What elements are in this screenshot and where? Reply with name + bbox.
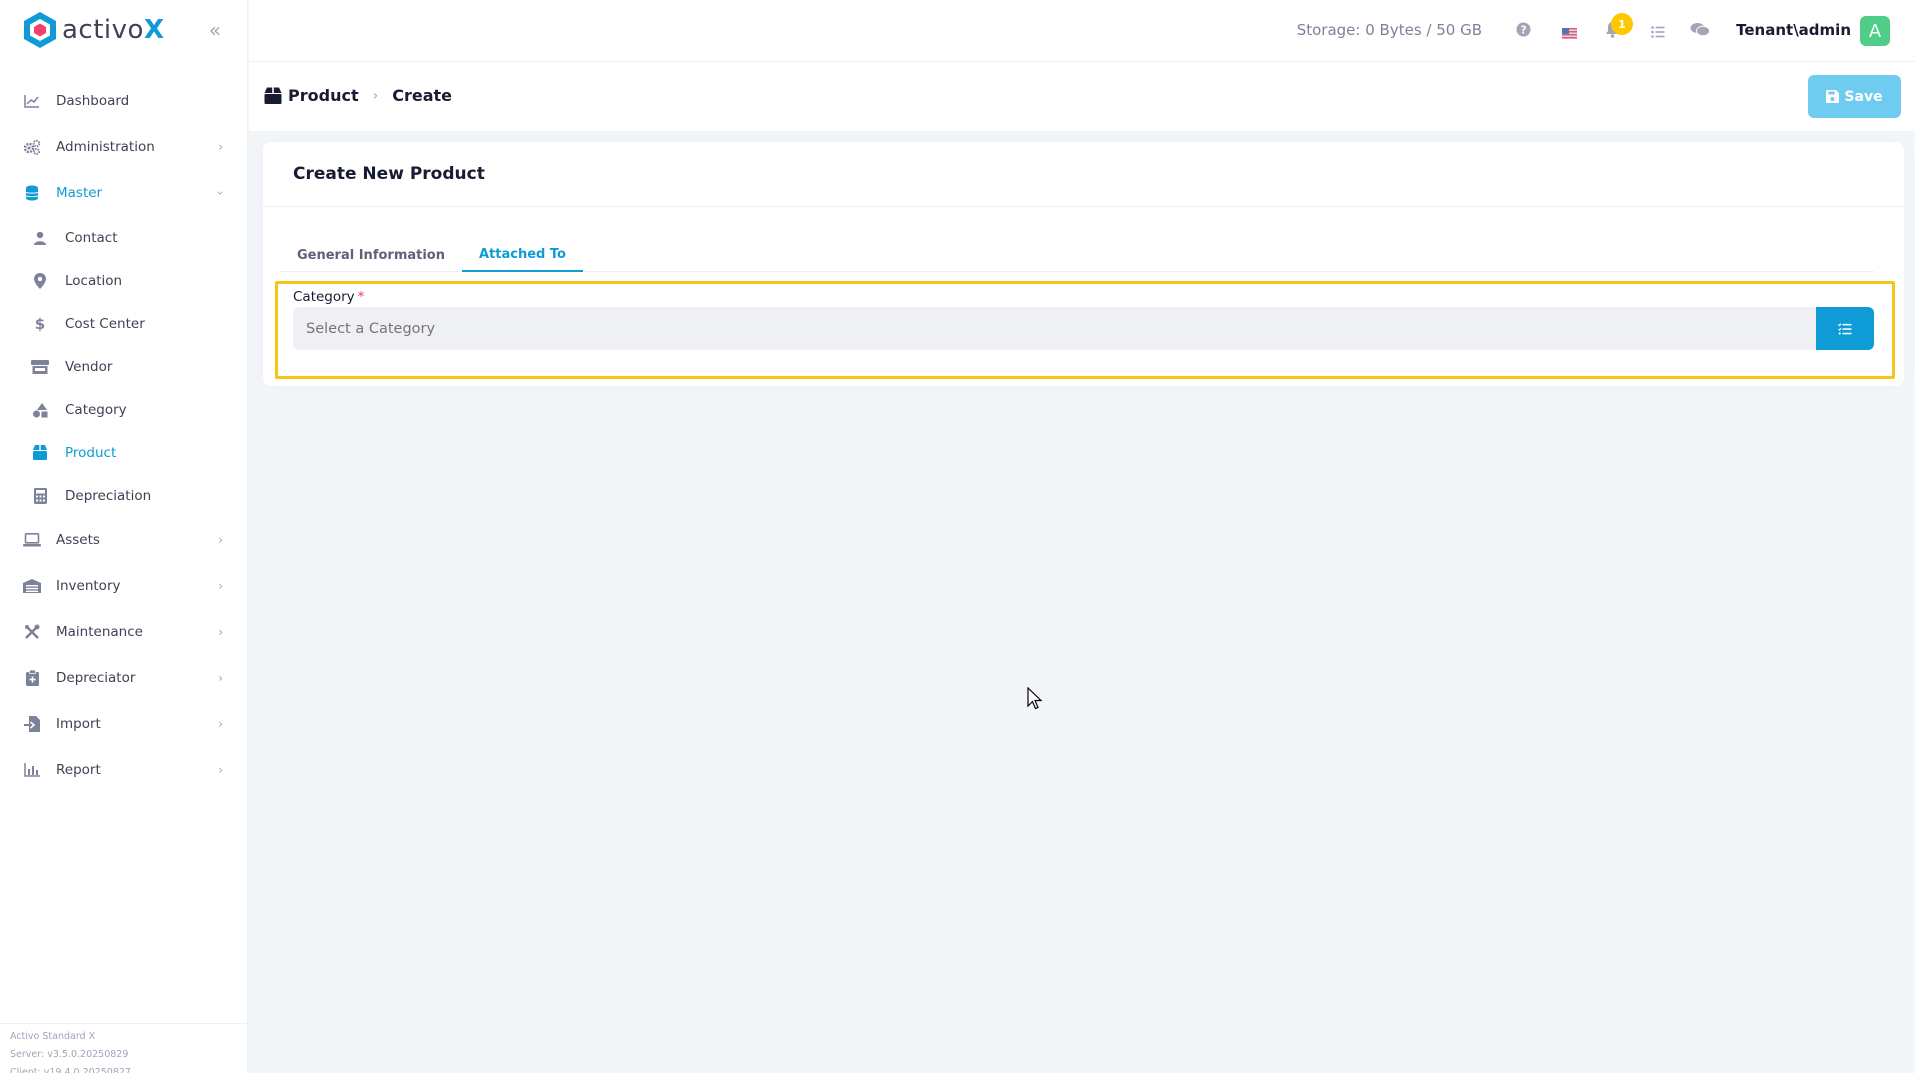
chevron-right-icon: › <box>218 625 223 639</box>
sidebar-item-label: Location <box>65 272 123 289</box>
user-name[interactable]: Tenant\admin <box>1736 21 1851 39</box>
create-product-card: Create New Product General Information A… <box>263 142 1904 386</box>
save-button[interactable]: Save <box>1808 75 1901 118</box>
chevron-down-icon: › <box>213 190 228 196</box>
sidebar-item-maintenance[interactable]: Maintenance › <box>0 609 247 655</box>
breadcrumb-create: Create <box>392 86 452 105</box>
map-pin-icon <box>31 272 49 290</box>
sidebar-item-label: Dashboard <box>56 93 130 109</box>
dollar-icon: $ <box>34 314 46 333</box>
sidebar-item-label: Depreciator <box>56 670 136 686</box>
save-button-label: Save <box>1844 88 1883 105</box>
sidebar-menu: Dashboard Administration › Master › Cont… <box>0 60 247 793</box>
chevron-right-icon: › <box>372 87 379 104</box>
chevron-right-icon: › <box>218 579 223 593</box>
list-icon <box>1838 322 1852 335</box>
page-title: Create New Product <box>293 164 485 184</box>
sidebar-item-location[interactable]: Location <box>0 259 247 302</box>
sidebar-item-cost-center[interactable]: $ Cost Center <box>0 302 247 345</box>
chart-line-icon <box>22 91 42 111</box>
floppy-disk-icon <box>1826 90 1840 103</box>
sidebar-item-label: Category <box>65 401 127 418</box>
calculator-icon <box>31 487 49 505</box>
mouse-cursor-icon <box>1027 687 1043 710</box>
notification-badge: 1 <box>1611 13 1633 35</box>
required-marker: * <box>357 289 365 305</box>
box-icon <box>31 444 49 462</box>
logo-icon <box>24 12 56 48</box>
sidebar-item-report[interactable]: Report › <box>0 747 247 793</box>
sidebar-item-label: Maintenance <box>56 624 143 640</box>
sidebar-item-import[interactable]: Import › <box>0 701 247 747</box>
collapse-sidebar-icon[interactable]: « <box>209 18 221 42</box>
breadcrumb-product[interactable]: Product <box>288 86 359 105</box>
sidebar-item-inventory[interactable]: Inventory › <box>0 563 247 609</box>
chevron-right-icon: › <box>218 717 223 731</box>
svg-text:?: ? <box>1521 24 1527 36</box>
shapes-icon <box>31 401 49 419</box>
category-list-button[interactable] <box>1816 307 1874 350</box>
top-header: Storage: 0 Bytes / 50 GB <box>249 0 1915 62</box>
avatar[interactable]: A <box>1860 16 1890 46</box>
sidebar-item-depreciation[interactable]: Depreciation <box>0 474 247 517</box>
category-label: Category * <box>293 289 365 305</box>
sidebar-item-label: Assets <box>56 532 100 548</box>
sidebar-item-label: Vendor <box>65 358 113 375</box>
sidebar-item-label: Import <box>56 716 101 732</box>
page-toolbar: Product › Create Save <box>249 62 1915 131</box>
user-icon <box>31 229 49 247</box>
sidebar-item-label: Master <box>56 185 103 201</box>
sidebar-item-category[interactable]: Category <box>0 388 247 431</box>
sidebar-item-dashboard[interactable]: Dashboard <box>0 78 247 124</box>
sidebar-item-administration[interactable]: Administration › <box>0 124 247 170</box>
version-info: Activo Standard X Server: v3.5.0.2025082… <box>0 1023 247 1073</box>
us-flag-icon[interactable] <box>1562 24 1577 43</box>
store-icon <box>31 358 49 376</box>
sidebar-item-label: Cost Center <box>65 315 145 332</box>
sidebar-item-label: Contact <box>65 229 118 246</box>
chevron-right-icon: › <box>218 140 223 154</box>
category-select[interactable] <box>293 307 1816 350</box>
sidebar-item-assets[interactable]: Assets › <box>0 517 247 563</box>
tools-icon <box>22 622 42 642</box>
product-edition: Activo Standard X <box>10 1031 96 1042</box>
chevron-right-icon: › <box>218 533 223 547</box>
tab-attached-to[interactable]: Attached To <box>462 238 583 272</box>
laptop-icon <box>22 530 42 550</box>
help-icon[interactable]: ? <box>1516 22 1531 41</box>
file-import-icon <box>22 714 42 734</box>
sidebar-item-label: Depreciation <box>65 487 152 504</box>
sidebar-item-label: Report <box>56 762 101 778</box>
sidebar-item-label: Administration <box>56 139 155 155</box>
tab-general-information[interactable]: General Information <box>280 238 462 272</box>
sidebar-item-vendor[interactable]: Vendor <box>0 345 247 388</box>
sidebar-item-contact[interactable]: Contact <box>0 216 247 259</box>
database-icon <box>22 183 42 203</box>
warehouse-icon <box>22 576 42 596</box>
sidebar-item-label: Inventory <box>56 578 121 594</box>
client-version: Client: v19.4.0.20250827 <box>10 1067 131 1073</box>
brand[interactable]: activoX « <box>0 0 247 60</box>
task-list-icon[interactable] <box>1651 23 1665 42</box>
clipboard-icon <box>22 668 42 688</box>
storage-usage: Storage: 0 Bytes / 50 GB <box>1296 21 1482 39</box>
breadcrumb: Product › Create <box>264 86 452 105</box>
brand-name: activoX <box>62 15 165 45</box>
chat-icon[interactable] <box>1690 22 1710 41</box>
sidebar-item-label: Product <box>65 444 117 461</box>
chevron-right-icon: › <box>218 671 223 685</box>
sidebar: activoX « Dashboard Administration › Mas… <box>0 0 248 1073</box>
cogs-icon <box>22 137 42 157</box>
sidebar-item-depreciator[interactable]: Depreciator › <box>0 655 247 701</box>
chevron-right-icon: › <box>218 763 223 777</box>
form-tabs: General Information Attached To <box>280 238 1874 272</box>
sidebar-item-master[interactable]: Master › <box>0 170 247 216</box>
sidebar-item-product[interactable]: Product <box>0 431 247 474</box>
server-version: Server: v3.5.0.20250829 <box>10 1049 129 1060</box>
card-divider <box>263 206 1904 207</box>
bar-chart-icon <box>22 760 42 780</box>
box-icon <box>264 87 282 104</box>
